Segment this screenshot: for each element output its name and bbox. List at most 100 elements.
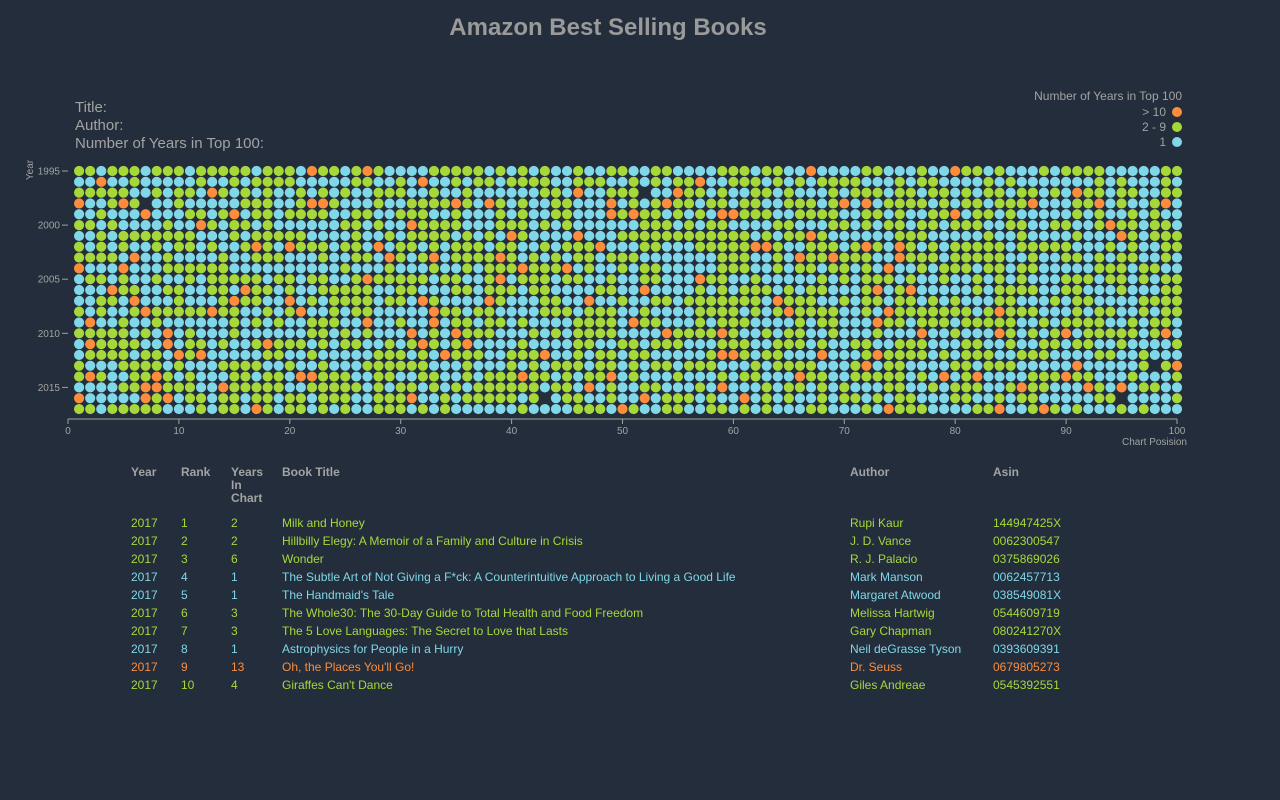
book-dot[interactable] <box>706 382 717 393</box>
book-dot[interactable] <box>528 209 539 220</box>
book-dot[interactable] <box>1016 165 1027 177</box>
book-dot[interactable] <box>184 274 196 285</box>
book-dot[interactable] <box>417 403 428 415</box>
book-dot[interactable] <box>151 306 162 317</box>
book-dot[interactable] <box>817 328 828 339</box>
book-dot[interactable] <box>528 220 539 231</box>
book-dot[interactable] <box>173 198 184 209</box>
book-dot[interactable] <box>317 328 329 339</box>
book-dot[interactable] <box>661 198 672 209</box>
book-dot[interactable] <box>761 360 772 371</box>
book-dot[interactable] <box>706 306 717 317</box>
book-dot[interactable] <box>739 339 750 350</box>
book-dot[interactable] <box>894 274 905 285</box>
book-dot[interactable] <box>850 317 861 328</box>
book-dot[interactable] <box>983 209 994 220</box>
book-dot[interactable] <box>284 393 295 404</box>
book-dot[interactable] <box>484 263 495 274</box>
book-dot[interactable] <box>939 393 950 404</box>
book-dot[interactable] <box>362 393 373 404</box>
book-dot[interactable] <box>384 382 395 393</box>
book-dot[interactable] <box>573 382 584 393</box>
book-dot[interactable] <box>972 220 983 231</box>
book-dot[interactable] <box>173 284 184 296</box>
book-dot[interactable] <box>184 252 196 263</box>
book-dot[interactable] <box>451 339 462 350</box>
book-dot[interactable] <box>428 393 440 404</box>
book-dot[interactable] <box>595 230 606 242</box>
book-dot[interactable] <box>950 339 961 350</box>
book-dot[interactable] <box>539 263 550 274</box>
book-dot[interactable] <box>351 220 362 231</box>
book-dot[interactable] <box>162 274 173 285</box>
book-dot[interactable] <box>506 209 517 220</box>
book-dot[interactable] <box>1171 317 1183 328</box>
book-dot[interactable] <box>1016 349 1027 361</box>
book-dot[interactable] <box>173 382 184 393</box>
book-dot[interactable] <box>1094 393 1105 404</box>
book-dot[interactable] <box>218 306 229 317</box>
book-dot[interactable] <box>584 209 595 220</box>
book-dot[interactable] <box>1127 403 1138 415</box>
book-dot[interactable] <box>916 230 928 242</box>
book-dot[interactable] <box>85 165 96 177</box>
book-dot[interactable] <box>894 176 905 187</box>
book-dot[interactable] <box>96 317 107 328</box>
book-dot[interactable] <box>262 317 273 328</box>
book-dot[interactable] <box>1149 339 1160 350</box>
book-dot[interactable] <box>140 209 151 220</box>
book-dot[interactable] <box>207 165 218 177</box>
book-dot[interactable] <box>695 284 706 296</box>
book-dot[interactable] <box>739 328 750 339</box>
book-dot[interactable] <box>284 382 295 393</box>
book-dot[interactable] <box>661 403 672 415</box>
book-dot[interactable] <box>451 393 462 404</box>
book-dot[interactable] <box>1083 382 1094 393</box>
book-dot[interactable] <box>695 295 706 306</box>
book-dot[interactable] <box>506 295 517 306</box>
book-dot[interactable] <box>861 220 872 231</box>
book-dot[interactable] <box>861 317 872 328</box>
book-dot[interactable] <box>1049 230 1061 242</box>
book-dot[interactable] <box>750 360 761 371</box>
book-dot[interactable] <box>295 360 306 371</box>
book-dot[interactable] <box>1016 230 1027 242</box>
book-dot[interactable] <box>129 176 140 187</box>
book-dot[interactable] <box>828 339 839 350</box>
book-dot[interactable] <box>1027 198 1038 209</box>
book-dot[interactable] <box>573 403 584 415</box>
book-dot[interactable] <box>1105 403 1116 415</box>
book-dot[interactable] <box>1116 198 1127 209</box>
book-dot[interactable] <box>894 371 905 382</box>
book-dot[interactable] <box>794 241 806 252</box>
book-dot[interactable] <box>1094 371 1105 382</box>
book-dot[interactable] <box>129 230 140 242</box>
book-dot[interactable] <box>207 198 218 209</box>
book-dot[interactable] <box>240 371 251 382</box>
book-dot[interactable] <box>1127 371 1138 382</box>
book-dot[interactable] <box>739 349 750 361</box>
book-dot[interactable] <box>351 230 362 242</box>
book-dot[interactable] <box>73 317 85 328</box>
book-dot[interactable] <box>650 382 661 393</box>
book-dot[interactable] <box>595 328 606 339</box>
book-dot[interactable] <box>151 252 162 263</box>
book-dot[interactable] <box>683 252 695 263</box>
book-dot[interactable] <box>584 252 595 263</box>
book-dot[interactable] <box>828 295 839 306</box>
book-dot[interactable] <box>606 209 617 220</box>
book-dot[interactable] <box>672 230 684 242</box>
book-dot[interactable] <box>939 403 950 415</box>
book-dot[interactable] <box>1149 176 1160 187</box>
book-dot[interactable] <box>728 165 739 177</box>
book-dot[interactable] <box>140 220 151 231</box>
book-dot[interactable] <box>484 317 495 328</box>
book-dot[interactable] <box>717 241 728 252</box>
book-dot[interactable] <box>484 339 495 350</box>
book-dot[interactable] <box>672 371 684 382</box>
book-dot[interactable] <box>561 220 573 231</box>
book-dot[interactable] <box>406 382 417 393</box>
book-dot[interactable] <box>672 284 684 296</box>
book-dot[interactable] <box>317 284 329 296</box>
book-dot[interactable] <box>207 209 218 220</box>
